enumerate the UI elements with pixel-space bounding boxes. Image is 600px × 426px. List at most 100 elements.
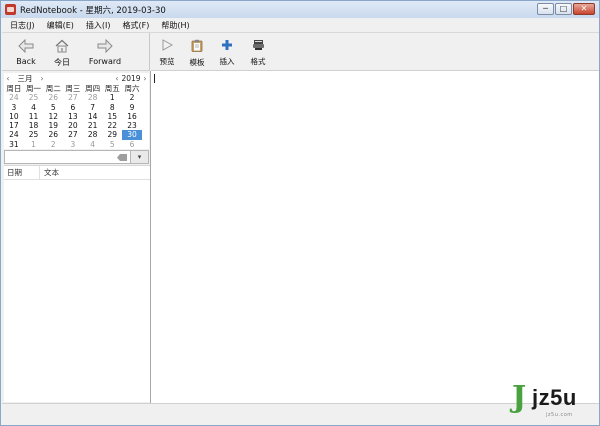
app-window: RedNotebook - 星期六, 2019-03-30 ─ □ ✕ 日志(J… (0, 0, 600, 426)
insert-button[interactable]: 插入 (212, 33, 242, 71)
format-button[interactable]: 格式 (242, 33, 274, 71)
template-label: 模板 (189, 58, 205, 67)
calendar-day[interactable]: 27 (63, 130, 83, 139)
calendar-day[interactable]: 21 (83, 121, 103, 130)
calendar-day[interactable]: 28 (83, 130, 103, 139)
calendar-day[interactable]: 19 (43, 121, 63, 130)
calendar-day[interactable]: 24 (4, 130, 24, 139)
calendar-day[interactable]: 13 (63, 112, 83, 121)
forward-button[interactable]: Forward (74, 33, 136, 71)
template-button[interactable]: 模板 (182, 33, 212, 71)
calendar-day[interactable]: 4 (83, 140, 103, 149)
chevron-down-icon: ▾ (137, 153, 142, 161)
calendar-day[interactable]: 3 (63, 140, 83, 149)
calendar-day[interactable]: 28 (83, 93, 103, 102)
maximize-button[interactable]: □ (555, 3, 572, 15)
home-icon (55, 39, 69, 53)
calendar-day[interactable]: 22 (102, 121, 122, 130)
navigation-toolbar: Back 今日 Forward (2, 33, 150, 71)
weekday-label: 周日 (6, 84, 22, 93)
calendar-day[interactable]: 5 (43, 103, 63, 112)
menu-format[interactable]: 格式(F) (117, 20, 156, 31)
next-year-icon[interactable]: › (141, 74, 149, 83)
calendar-day[interactable]: 20 (63, 121, 83, 130)
calendar-day[interactable]: 6 (63, 103, 83, 112)
calendar-day-selected[interactable]: 30 (122, 130, 142, 140)
preview-button[interactable]: 预览 (152, 33, 182, 71)
calendar-day[interactable]: 14 (83, 112, 103, 121)
window-title: RedNotebook - 星期六, 2019-03-30 (20, 5, 166, 16)
calendar-day[interactable]: 4 (24, 103, 44, 112)
calendar-day[interactable]: 2 (43, 140, 63, 149)
back-button[interactable]: Back (2, 33, 50, 71)
menu-bar: 日志(J) 编辑(E) 插入(I) 格式(F) 帮助(H) (2, 18, 599, 33)
calendar-day[interactable]: 1 (24, 140, 44, 149)
calendar-day[interactable]: 15 (102, 112, 122, 121)
calendar-day[interactable]: 8 (102, 103, 122, 112)
calendar-day[interactable]: 1 (102, 93, 122, 102)
calendar-day[interactable]: 26 (43, 130, 63, 139)
menu-insert[interactable]: 插入(I) (80, 20, 117, 31)
format-label: 格式 (250, 57, 266, 66)
search-results-list: 日期 文本 (4, 165, 150, 402)
weekday-label: 周一 (26, 84, 42, 93)
calendar-day[interactable]: 25 (24, 93, 44, 102)
calendar-day[interactable]: 3 (4, 103, 24, 112)
column-header-text[interactable]: 文本 (40, 166, 59, 179)
menu-journal[interactable]: 日志(J) (2, 20, 41, 31)
plus-icon (222, 40, 232, 50)
results-header: 日期 文本 (4, 166, 150, 180)
preview-label: 预览 (159, 57, 175, 66)
entry-editor[interactable] (151, 71, 599, 403)
calendar-day[interactable]: 31 (4, 140, 24, 149)
text-caret (154, 74, 155, 83)
back-label: Back (16, 57, 36, 66)
search-row: ▾ (4, 150, 150, 164)
watermark-brand: jz5u (532, 385, 577, 410)
calendar-day[interactable]: 5 (102, 140, 122, 149)
calendar-day[interactable]: 26 (43, 93, 63, 102)
prev-month-icon[interactable]: ‹ (4, 74, 12, 83)
next-month-icon[interactable]: › (38, 74, 46, 83)
calendar-day[interactable]: 25 (24, 130, 44, 139)
weekday-label: 周二 (45, 84, 61, 93)
menu-edit[interactable]: 编辑(E) (41, 20, 80, 31)
weekday-label: 周三 (65, 84, 81, 93)
calendar-day[interactable]: 29 (102, 130, 122, 139)
calendar-day[interactable]: 16 (122, 112, 142, 121)
forward-label: Forward (88, 57, 122, 66)
play-icon (162, 39, 173, 51)
calendar-day[interactable]: 23 (122, 121, 142, 130)
calendar-day[interactable]: 11 (24, 112, 44, 121)
calendar-day[interactable]: 10 (4, 112, 24, 121)
today-button[interactable]: 今日 (50, 33, 74, 71)
calendar-day[interactable]: 7 (83, 103, 103, 112)
calendar-day[interactable]: 17 (4, 121, 24, 130)
minimize-button[interactable]: ─ (537, 3, 554, 15)
watermark-subtext: jz5u.com (546, 412, 573, 418)
calendar-day[interactable]: 24 (4, 93, 24, 102)
calendar-day[interactable]: 2 (122, 93, 142, 102)
calendar-day[interactable]: 6 (122, 140, 142, 149)
window-controls: ─ □ ✕ (537, 3, 595, 15)
calendar-day[interactable]: 18 (24, 121, 44, 130)
rednotebook-app-icon (5, 4, 16, 15)
calendar-month: 三月 (17, 74, 33, 83)
weekday-label: 周六 (124, 84, 140, 93)
calendar-day[interactable]: 9 (122, 103, 142, 112)
clear-search-icon[interactable] (117, 154, 127, 161)
column-header-date[interactable]: 日期 (4, 166, 40, 179)
calendar-year: 2019 (121, 74, 141, 83)
menu-help[interactable]: 帮助(H) (155, 20, 195, 31)
calendar-day[interactable]: 27 (63, 93, 83, 102)
weekday-label: 周五 (104, 84, 120, 93)
weekday-label: 周四 (85, 84, 101, 93)
calendar-day[interactable]: 12 (43, 112, 63, 121)
title-bar: RedNotebook - 星期六, 2019-03-30 ─ □ ✕ (1, 1, 599, 18)
prev-year-icon[interactable]: ‹ (113, 74, 121, 83)
calendar: ‹ 三月 › ‹ 2019 › 周日 周一 周二 周三 周四 周五 周六 24 … (4, 73, 149, 149)
calendar-grid: 周日 周一 周二 周三 周四 周五 周六 24 25 26 27 28 1 2 … (4, 84, 149, 149)
close-button[interactable]: ✕ (573, 3, 595, 15)
search-input[interactable] (4, 150, 131, 164)
search-dropdown-button[interactable]: ▾ (131, 150, 149, 164)
